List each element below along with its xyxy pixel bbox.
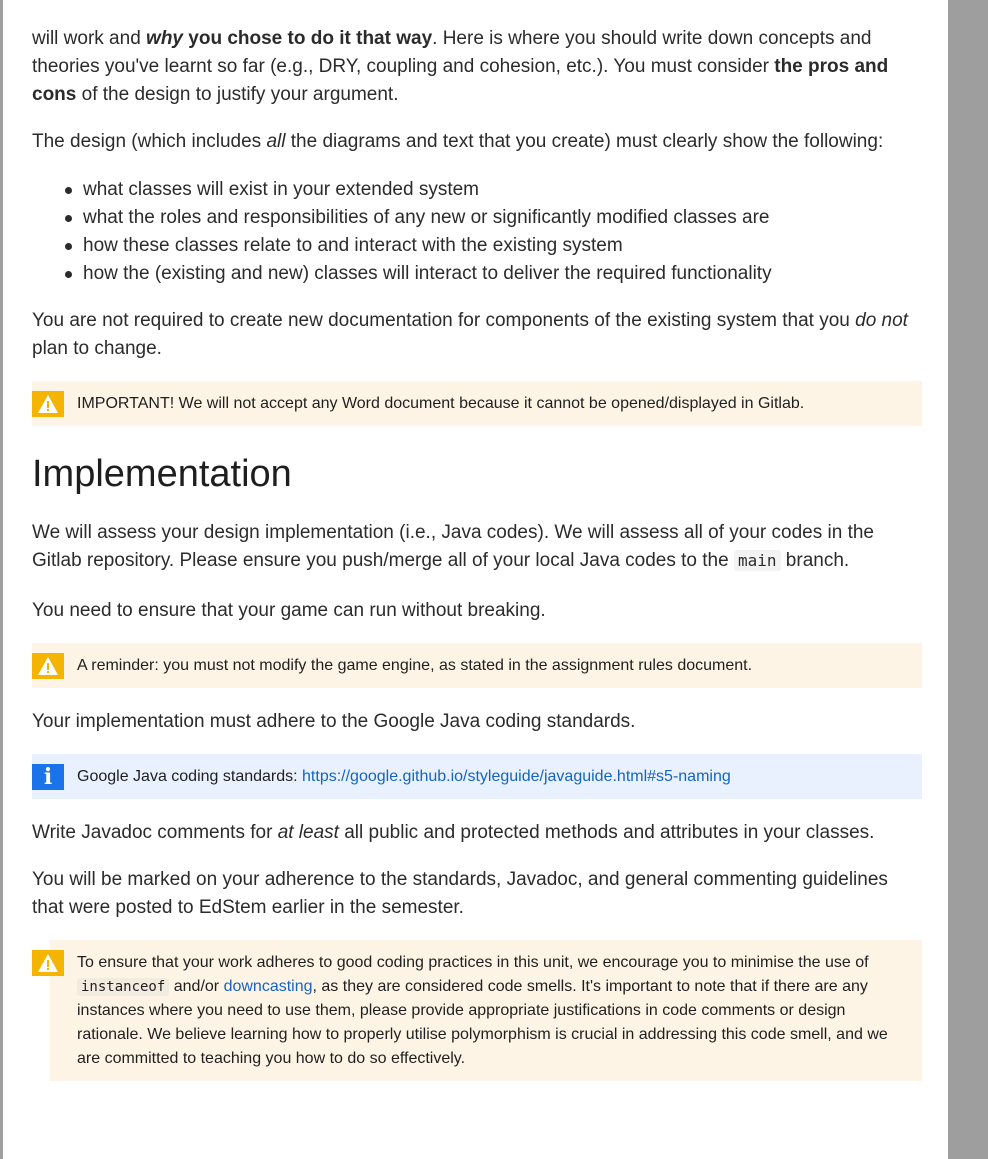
implementation-paragraph-javadoc: Write Javadoc comments for at least all … bbox=[32, 819, 924, 847]
section-heading-implementation: Implementation bbox=[32, 453, 292, 495]
bullet-icon bbox=[65, 271, 72, 278]
emphasis-at-least: at least bbox=[277, 822, 339, 843]
design-paragraph-requirements: The design (which includes all the diagr… bbox=[32, 128, 924, 156]
warning-callout-instanceof: To ensure that your work adheres to good… bbox=[32, 940, 922, 1081]
text-span: all public and protected methods and att… bbox=[338, 822, 875, 843]
emphasis-do-not: do not bbox=[855, 310, 908, 331]
text-span: To ensure that your work adheres to good… bbox=[77, 954, 869, 971]
list-item: how the (existing and new) classes will … bbox=[65, 260, 924, 288]
design-paragraph-justification: will work and why you chose to do it tha… bbox=[32, 25, 924, 109]
emphasis-all: all bbox=[266, 131, 286, 152]
list-item: how these classes relate to and interact… bbox=[65, 232, 924, 260]
document-page: will work and why you chose to do it tha… bbox=[3, 0, 948, 1159]
bullet-icon bbox=[65, 243, 72, 250]
google-java-style-link[interactable]: https://google.github.io/styleguide/java… bbox=[302, 768, 731, 785]
info-callout-coding-standards: i Google Java coding standards: https://… bbox=[32, 754, 922, 799]
warning-text: IMPORTANT! We will not accept any Word d… bbox=[77, 395, 805, 412]
warning-triangle-icon bbox=[32, 653, 64, 679]
warning-triangle-icon bbox=[32, 950, 64, 976]
text-span: branch. bbox=[780, 550, 850, 571]
list-item: what classes will exist in your extended… bbox=[65, 176, 924, 204]
design-paragraph-existing-system: You are not required to create new docum… bbox=[32, 307, 924, 363]
design-requirements-list: what classes will exist in your extended… bbox=[32, 176, 924, 288]
emphasis-why: why bbox=[146, 28, 183, 49]
inline-code-main: main bbox=[733, 550, 781, 571]
list-item-text: how these classes relate to and interact… bbox=[83, 235, 623, 256]
info-label: Google Java coding standards: bbox=[77, 768, 303, 785]
list-item-text: what classes will exist in your extended… bbox=[83, 179, 479, 200]
warning-callout-game-engine: A reminder: you must not modify the game… bbox=[32, 643, 922, 688]
info-icon: i bbox=[32, 764, 64, 790]
bold-span: you chose to do it that way bbox=[183, 28, 433, 49]
text-span: of the design to justify your argument. bbox=[76, 84, 399, 105]
text-span: You are not required to create new docum… bbox=[32, 310, 856, 331]
scrollbar-track[interactable] bbox=[949, 0, 988, 1159]
text-span: Write Javadoc comments for bbox=[32, 822, 278, 843]
bullet-icon bbox=[65, 215, 72, 222]
implementation-paragraph-marking: You will be marked on your adherence to … bbox=[32, 869, 888, 918]
implementation-paragraph-assessment: We will assess your design implementatio… bbox=[32, 519, 924, 575]
list-item-text: how the (existing and new) classes will … bbox=[83, 263, 772, 284]
text-span: the diagrams and text that you create) m… bbox=[285, 131, 884, 152]
warning-triangle-icon bbox=[32, 391, 64, 417]
text-span: and/or bbox=[169, 978, 224, 995]
warning-callout-word-document: IMPORTANT! We will not accept any Word d… bbox=[32, 381, 922, 426]
warning-text: A reminder: you must not modify the game… bbox=[77, 657, 753, 674]
list-item-text: what the roles and responsibilities of a… bbox=[83, 207, 770, 228]
text-span: plan to change. bbox=[32, 338, 162, 359]
text-span: The design (which includes bbox=[32, 131, 267, 152]
bullet-icon bbox=[65, 187, 72, 194]
list-item: what the roles and responsibilities of a… bbox=[65, 204, 924, 232]
implementation-paragraph-standards: Your implementation must adhere to the G… bbox=[32, 711, 636, 732]
warning-text: To ensure that your work adheres to good… bbox=[77, 951, 906, 1071]
inline-code-instanceof: instanceof bbox=[77, 978, 170, 996]
implementation-paragraph-run: You need to ensure that your game can ru… bbox=[32, 600, 546, 621]
text-span: will work and bbox=[32, 28, 147, 49]
downcasting-link[interactable]: downcasting bbox=[224, 978, 313, 995]
